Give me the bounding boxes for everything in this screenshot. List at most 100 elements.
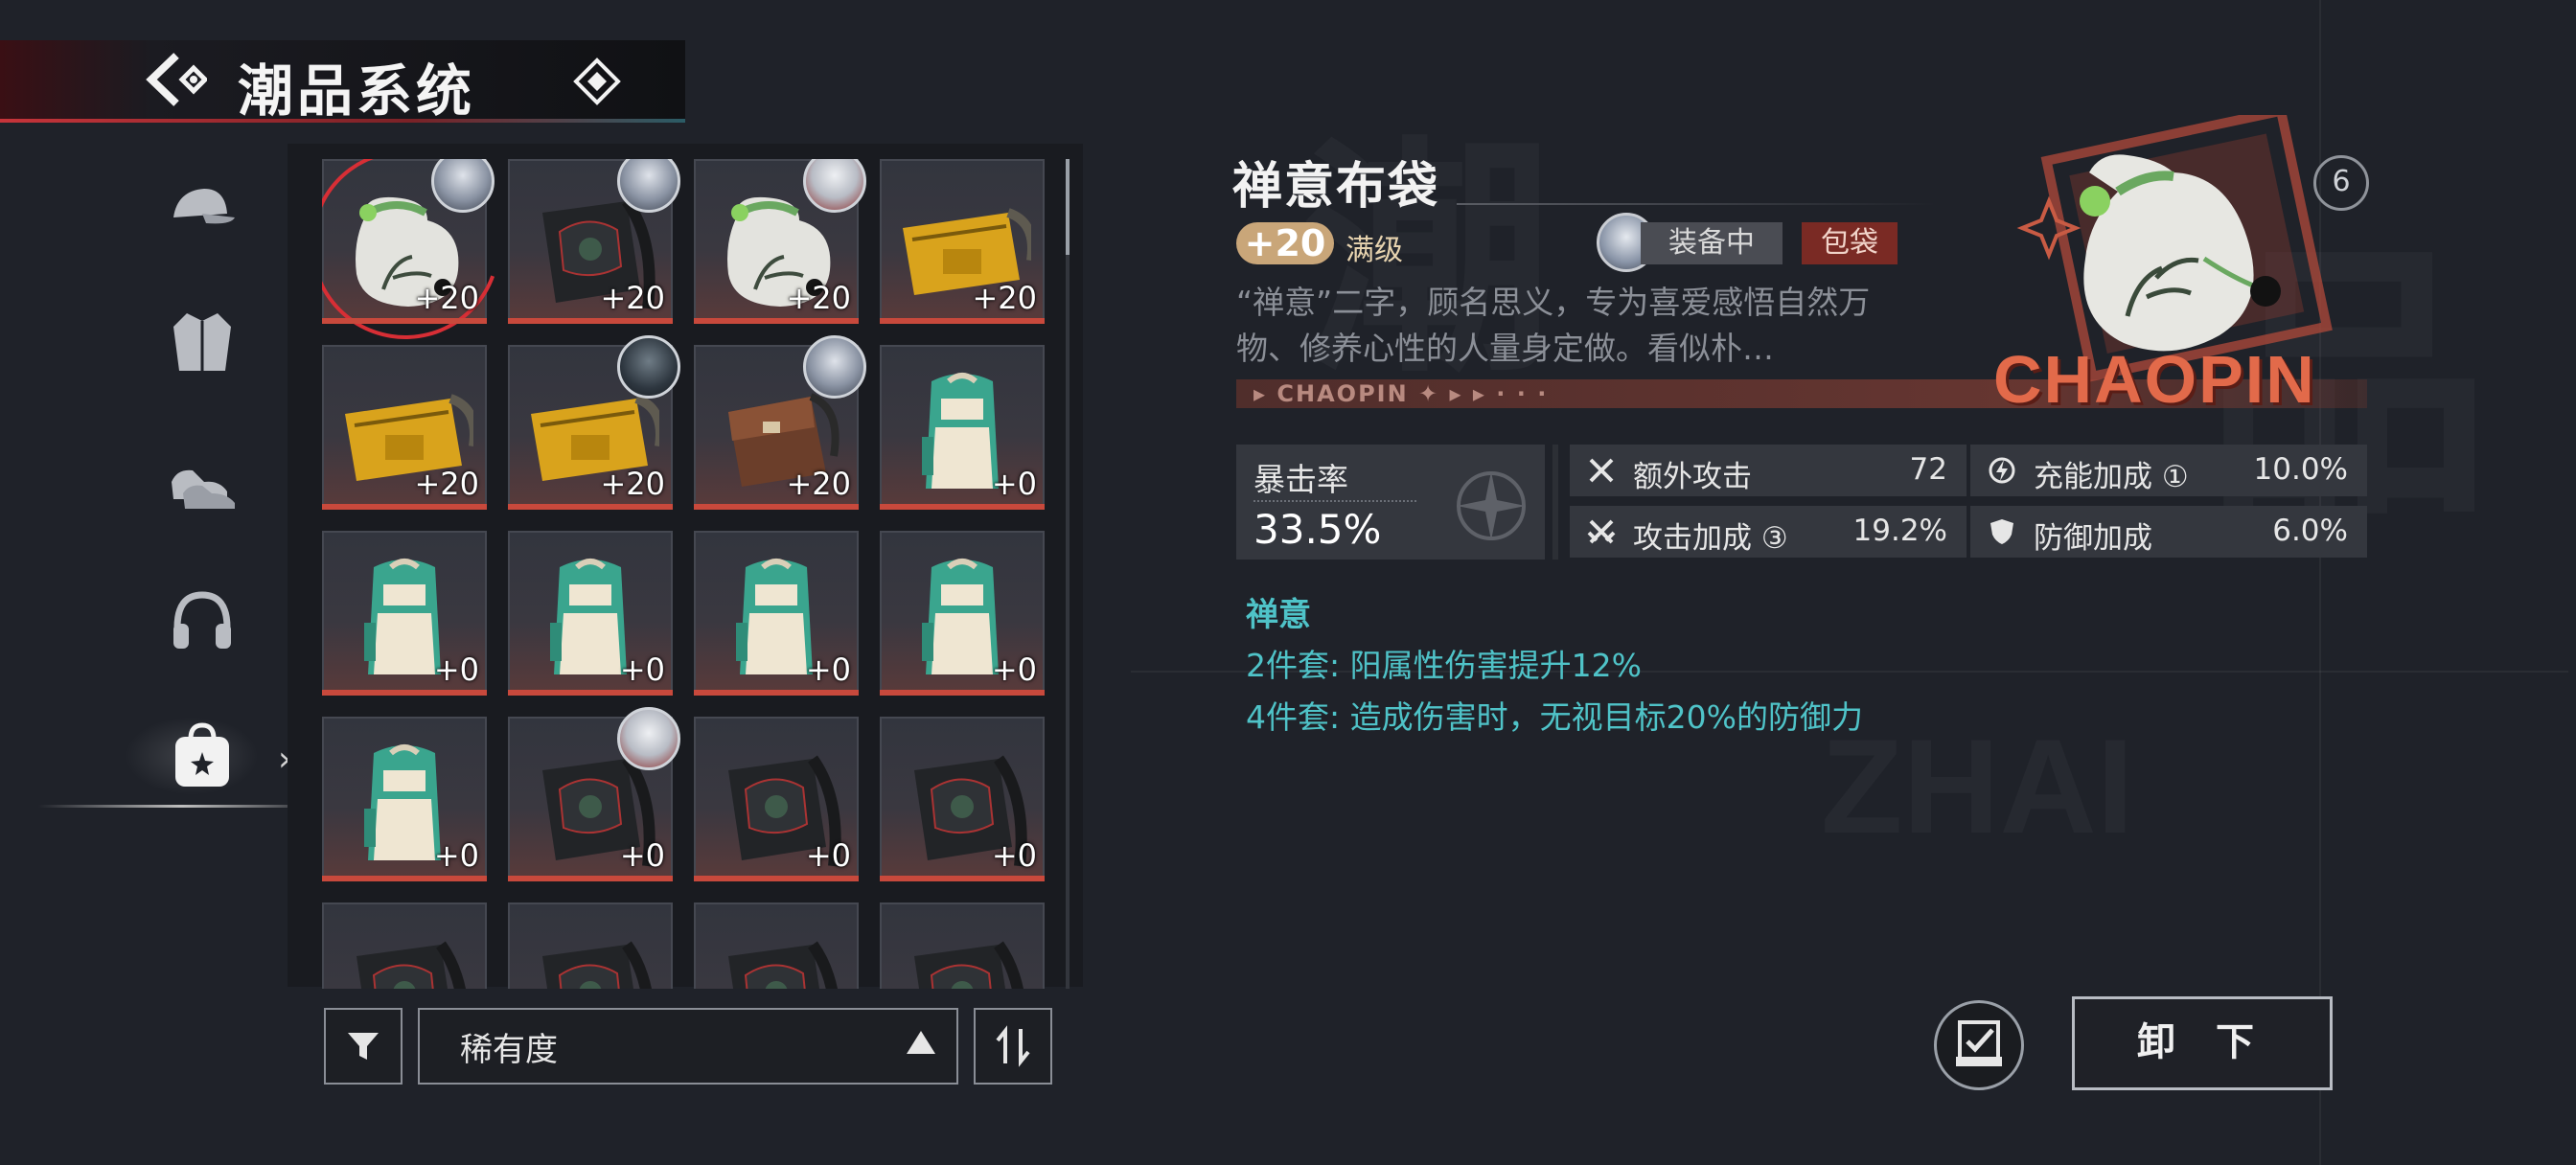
triangle-up-icon xyxy=(907,1031,935,1054)
inventory-slot[interactable]: +20 xyxy=(508,335,680,510)
sort-order-icon xyxy=(996,1025,1030,1067)
inventory-slot[interactable]: +20 xyxy=(322,345,487,510)
set-bonus-2: 2件套: 阳属性伤害提升12% xyxy=(1246,647,1642,684)
max-level-label: 满级 xyxy=(1346,234,1403,267)
item-level: +0 xyxy=(991,837,1037,874)
item-image xyxy=(914,941,1024,989)
sub-stat: 充能加成 ① 10.0% xyxy=(1970,445,2367,496)
sort-order-button[interactable] xyxy=(974,1008,1052,1085)
diamond-menu-icon[interactable] xyxy=(573,57,621,105)
sort-select-label: 稀有度 xyxy=(460,1031,558,1069)
item-image xyxy=(542,941,652,989)
item-description: “禅意”二字，顾名思义，专为喜爱感悟自然万物、修养心性的人量身定做。看似朴… xyxy=(1236,284,1871,367)
main-stat-label: 暴击率 xyxy=(1254,461,1348,498)
item-image xyxy=(728,941,838,989)
item-level: +20 xyxy=(786,466,851,502)
page-title: 潮品系统 xyxy=(238,58,476,124)
inventory-slot[interactable]: +0 xyxy=(694,531,859,696)
headphones-icon xyxy=(173,591,231,649)
sub-stat-value: 19.2% xyxy=(1852,514,1947,548)
item-level: +0 xyxy=(433,651,479,688)
inventory-slot[interactable] xyxy=(694,902,859,989)
bg-watermark: ZHAI xyxy=(1821,709,2134,864)
compare-button[interactable] xyxy=(1934,1000,2024,1090)
item-level: +0 xyxy=(619,651,665,688)
main-stat-divider xyxy=(1254,500,1416,502)
name-divider xyxy=(1457,203,1936,205)
sub-stat: 防御加成 6.0% xyxy=(1970,506,2367,558)
inventory-slot[interactable]: +0 xyxy=(322,717,487,881)
checklist-icon xyxy=(1956,1020,2002,1066)
attack-bonus-icon xyxy=(1587,519,1616,544)
inventory-slot[interactable] xyxy=(322,902,487,989)
category-bag[interactable] xyxy=(161,715,243,797)
shoes-icon xyxy=(172,469,235,509)
inventory-slot[interactable]: +0 xyxy=(508,531,673,696)
item-image xyxy=(356,941,466,989)
inventory-slot[interactable]: +0 xyxy=(880,345,1045,510)
item-level: +20 xyxy=(600,280,665,316)
scrollbar-track[interactable] xyxy=(1066,159,1070,989)
inventory-slot[interactable]: +20 xyxy=(694,159,866,324)
cap-icon xyxy=(173,189,235,224)
main-stat-edge xyxy=(1552,445,1558,560)
filter-button[interactable] xyxy=(324,1008,402,1085)
crit-rate-icon xyxy=(1457,471,1526,540)
set-bonus-4: 4件套: 造成伤害时，无视目标20%的防御力 xyxy=(1246,698,1863,736)
item-level: +0 xyxy=(991,466,1037,502)
filter-icon xyxy=(348,1033,379,1060)
equipped-character-avatar xyxy=(617,335,680,399)
inventory-slot[interactable]: +0 xyxy=(880,717,1045,881)
sort-select[interactable]: 稀有度 xyxy=(418,1008,958,1085)
item-level: +0 xyxy=(805,651,851,688)
item-grid[interactable]: +20 +20 +20 +20 +20 +20 +20 +0 +0 +0 +0 +0 +0 +0 +0 +0 xyxy=(322,159,1050,989)
title-bar: 潮品系统 xyxy=(0,40,685,124)
back-arrow-icon[interactable] xyxy=(144,50,207,109)
equipped-character-avatar xyxy=(803,335,866,399)
equipped-character-avatar xyxy=(617,707,680,770)
category-jacket[interactable] xyxy=(161,301,243,383)
extra-attack-icon xyxy=(1589,458,1614,483)
inventory-slot[interactable]: +0 xyxy=(880,531,1045,696)
inventory-slot[interactable]: +0 xyxy=(508,707,680,881)
category-headphones[interactable] xyxy=(161,579,243,661)
scrollbar-thumb[interactable] xyxy=(1066,159,1070,255)
category-cap[interactable] xyxy=(161,167,243,249)
inventory-slot[interactable]: +20 xyxy=(694,335,866,510)
inventory-slot[interactable]: +20 xyxy=(880,159,1045,324)
sub-stat-label: 防御加成 xyxy=(2034,521,2152,556)
item-level: +0 xyxy=(991,651,1037,688)
sub-stat-label: 攻击加成 ③ xyxy=(1633,521,1788,556)
inventory-slot[interactable]: +20 xyxy=(508,159,680,324)
inventory-slot[interactable] xyxy=(880,902,1045,989)
category-underline xyxy=(38,805,326,808)
item-level: +20 xyxy=(786,280,851,316)
brand-wordmark: CHAOPIN xyxy=(1993,342,2316,417)
item-level: +20 xyxy=(414,466,479,502)
inventory-slot[interactable]: +0 xyxy=(322,531,487,696)
item-level: +0 xyxy=(805,837,851,874)
set-name: 禅意 xyxy=(1246,596,1311,634)
energy-icon xyxy=(1989,457,2015,484)
sub-stat-label: 额外攻击 xyxy=(1633,460,1752,494)
main-stat-value: 33.5% xyxy=(1254,506,1382,553)
category-shoes[interactable] xyxy=(161,441,243,523)
main-stat: 暴击率 33.5% xyxy=(1236,445,1558,560)
lock-badge[interactable]: 6 xyxy=(2313,155,2369,211)
inventory-slot[interactable]: +0 xyxy=(694,717,859,881)
sub-stat-value: 6.0% xyxy=(2272,514,2348,548)
inventory-slot[interactable] xyxy=(508,902,673,989)
sub-stat: 攻击加成 ③ 19.2% xyxy=(1570,506,1966,558)
shield-icon xyxy=(1990,519,2013,544)
sub-stat: 额外攻击 72 xyxy=(1570,445,1966,496)
brand-band-text: ▸ CHAOPIN ✦ ▸ ▸ · · · xyxy=(1254,380,1549,407)
item-level: +0 xyxy=(619,837,665,874)
item-level: +20 xyxy=(600,466,665,502)
sub-stat-value: 72 xyxy=(1909,452,1947,487)
item-level: +20 xyxy=(972,280,1037,316)
inventory-slot[interactable]: +20 xyxy=(322,159,532,371)
item-name: 禅意布袋 xyxy=(1232,157,1440,216)
jacket-icon xyxy=(173,313,231,371)
unequip-button[interactable]: 卸 下 xyxy=(2072,996,2333,1090)
item-level: +20 xyxy=(414,280,479,316)
